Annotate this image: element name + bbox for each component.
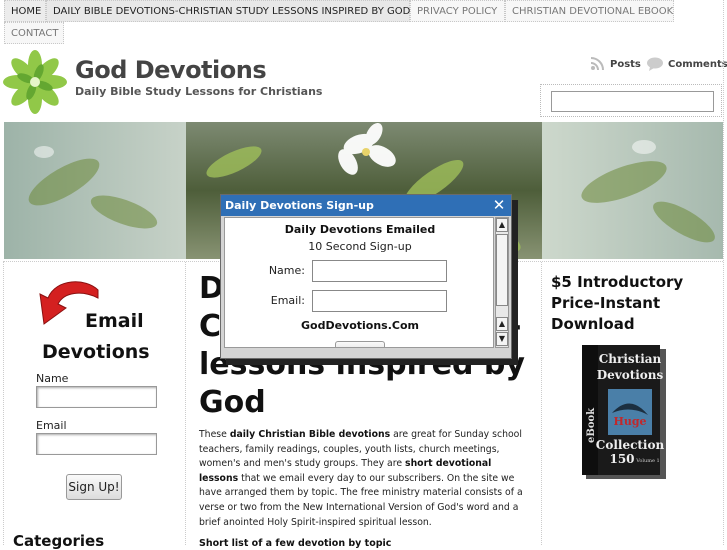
scroll-up-arrow-icon[interactable]: ▲ — [496, 218, 508, 232]
comments-label: Comments — [668, 58, 727, 70]
sidebar-name-field[interactable] — [36, 386, 157, 408]
popup-site-name: GodDevotions.Com — [300, 319, 419, 332]
nav-contact[interactable]: CONTACT — [4, 22, 64, 44]
post-body-bold: daily Christian Bible devotions — [229, 429, 391, 440]
nav-christian-devotional-ebook[interactable]: CHRISTIAN DEVOTIONAL EBOOK — [505, 0, 674, 22]
devotions-heading: Devotions — [42, 341, 150, 363]
short-list-heading: Short list of a few devotion by topic — [199, 538, 392, 549]
popup-content: Daily Devotions Emailed 10 Second Sign-u… — [224, 217, 494, 348]
signup-button[interactable]: Sign Up! — [66, 474, 122, 500]
sidebar-email-label: Email — [36, 419, 67, 432]
comment-bubble-icon — [647, 57, 663, 71]
ebook-volume-label: Volume 1 — [635, 458, 659, 464]
page-right-edge — [723, 0, 724, 545]
popup-subheading: 10 Second Sign-up — [308, 240, 412, 253]
sidebar-email-field[interactable] — [36, 433, 157, 455]
ebook-cover[interactable]: eBook Christian Devotions Huge Collectio… — [582, 343, 666, 479]
comments-feed-link[interactable]: Comments — [646, 57, 727, 71]
scroll-up-arrow-icon[interactable]: ▲ — [496, 317, 508, 331]
categories-heading: Categories — [13, 532, 105, 550]
popup-heading: Daily Devotions Emailed — [284, 223, 436, 236]
scrollbar-thumb[interactable] — [496, 234, 508, 306]
post-body: These daily Christian Bible devotions ar… — [199, 428, 533, 530]
post-body-text: that we email every day to our subscribe… — [199, 472, 523, 528]
popup-name-label: Name: — [268, 264, 305, 277]
ebook-title-line-1: Christian — [599, 352, 662, 366]
ebook-promo-text[interactable]: $5 Introductory Price-Instant Download — [551, 272, 721, 335]
sidebar-name-label: Name — [36, 372, 69, 385]
right-column-divider — [541, 262, 542, 545]
site-title[interactable]: God Devotions — [75, 56, 267, 84]
post-body-text: These — [199, 429, 230, 440]
search-input[interactable] — [551, 91, 714, 112]
nav-privacy-policy[interactable]: PRIVACY POLICY — [410, 0, 505, 22]
ebook-title-line-2: Devotions — [597, 368, 664, 382]
page-left-edge — [3, 262, 4, 545]
scroll-down-arrow-icon[interactable]: ▼ — [496, 332, 508, 346]
left-column-divider — [185, 262, 186, 545]
rss-icon — [590, 57, 604, 71]
ebook-count-label: 150 — [609, 452, 634, 466]
search-box — [540, 84, 722, 117]
ebook-collection-label: Collection — [596, 438, 665, 452]
posts-label: Posts — [610, 58, 641, 70]
popup-name-field[interactable] — [312, 260, 447, 282]
green-flower-logo-icon[interactable] — [3, 50, 67, 114]
ebook-huge-label: Huge — [613, 415, 646, 428]
email-heading: Email — [85, 310, 144, 332]
popup-email-label: Email: — [270, 294, 305, 307]
popup-email-field[interactable] — [312, 290, 447, 312]
popup-submit-button[interactable] — [335, 341, 385, 347]
top-navigation: HOME DAILY BIBLE DEVOTIONS-CHRISTIAN STU… — [4, 0, 726, 44]
signup-popup: Daily Devotions Sign-up ✕ Daily Devotion… — [220, 194, 512, 359]
close-x-icon[interactable]: ✕ — [491, 196, 507, 214]
popup-title: Daily Devotions Sign-up — [225, 199, 374, 212]
site-tagline: Daily Bible Study Lessons for Christians — [75, 85, 323, 98]
popup-titlebar[interactable]: Daily Devotions Sign-up — [221, 195, 511, 216]
nav-daily-bible-devotions[interactable]: DAILY BIBLE DEVOTIONS-CHRISTIAN STUDY LE… — [46, 0, 410, 22]
posts-feed-link[interactable]: Posts — [590, 57, 641, 71]
popup-scrollbar[interactable]: ▲ ▲ ▼ — [495, 217, 509, 348]
nav-home[interactable]: HOME — [4, 0, 46, 22]
post-title-line-4: God — [199, 385, 266, 420]
post-title-line-2: C — [199, 309, 222, 344]
